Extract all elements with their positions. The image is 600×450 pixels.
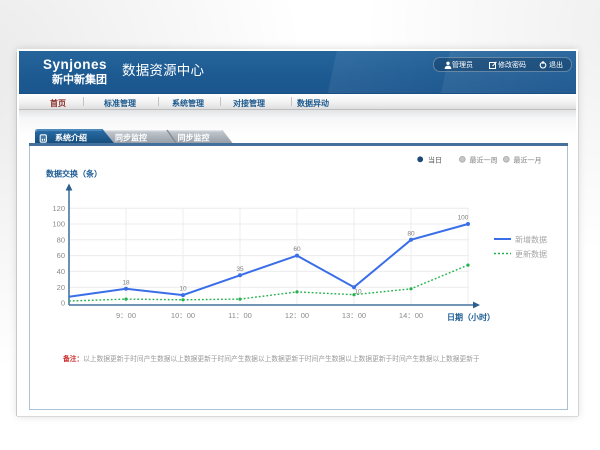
svg-text:9：00: 9：00 [116, 311, 136, 320]
svg-text:0: 0 [61, 299, 65, 308]
svg-text:13：00: 13：00 [342, 311, 366, 320]
svg-text:120: 120 [52, 204, 65, 213]
svg-text:日期（小时）: 日期（小时） [447, 312, 495, 322]
svg-text:最近一周: 最近一周 [470, 155, 498, 164]
svg-text:更新数据: 更新数据 [515, 249, 547, 259]
svg-text:数据交换（条）: 数据交换（条） [46, 169, 102, 179]
svg-text:最近一月: 最近一月 [514, 155, 542, 164]
svg-text:10: 10 [179, 286, 187, 293]
svg-text:40: 40 [57, 267, 65, 276]
svg-text:35: 35 [236, 266, 244, 273]
svg-text:14：00: 14：00 [399, 311, 423, 320]
svg-text:100: 100 [458, 215, 469, 222]
svg-text:80: 80 [407, 230, 415, 237]
svg-text:10: 10 [354, 289, 362, 296]
svg-text:80: 80 [57, 235, 65, 244]
svg-text:100: 100 [52, 220, 65, 229]
svg-text:同步监控: 同步监控 [115, 133, 147, 143]
svg-text:11：00: 11：00 [228, 311, 252, 320]
svg-text:18: 18 [122, 279, 130, 286]
svg-text:系统介绍: 系统介绍 [55, 133, 87, 143]
svg-text:20: 20 [57, 283, 65, 292]
svg-text:同步监控: 同步监控 [178, 133, 210, 143]
svg-text:10：00: 10：00 [171, 311, 195, 320]
svg-text:当日: 当日 [428, 155, 442, 164]
svg-text:60: 60 [293, 246, 301, 253]
svg-text:12：00: 12：00 [285, 311, 309, 320]
svg-text:新增数据: 新增数据 [515, 235, 547, 245]
svg-text:60: 60 [57, 251, 65, 260]
